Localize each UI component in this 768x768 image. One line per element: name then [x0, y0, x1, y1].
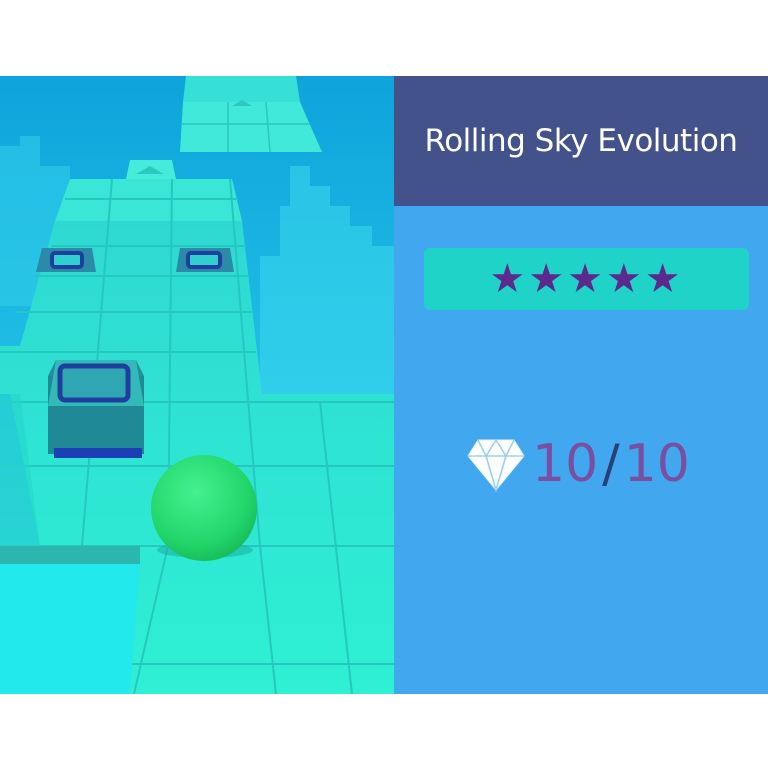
game-title: Rolling Sky Evolution: [424, 123, 738, 159]
gems-separator: /: [602, 434, 620, 494]
gems-collected: 10: [532, 434, 599, 494]
block-obstacle: [48, 360, 144, 458]
diamond-icon: [467, 438, 525, 493]
player-ball: [151, 455, 257, 561]
gem-score: 10/10: [532, 434, 690, 494]
rating-box: ★★★★★: [424, 248, 749, 310]
track-edge: [0, 546, 140, 564]
gems-total: 10: [623, 434, 690, 494]
switch-tile-left: [36, 248, 96, 272]
panel-header: Rolling Sky Evolution: [394, 76, 768, 206]
distant-platform: [183, 76, 300, 102]
game-scene[interactable]: [0, 76, 394, 694]
switch-tile-right: [176, 248, 234, 272]
game-screen: Rolling Sky Evolution ★★★★★ 10/10: [0, 76, 768, 694]
track-gap: [0, 564, 140, 694]
distant-platform-2: [180, 102, 322, 152]
star-rating: ★★★★★: [489, 256, 684, 302]
game-scene-art: [0, 76, 394, 694]
gem-counter: 10/10: [466, 426, 690, 502]
info-panel: Rolling Sky Evolution ★★★★★ 10/10: [394, 76, 768, 694]
